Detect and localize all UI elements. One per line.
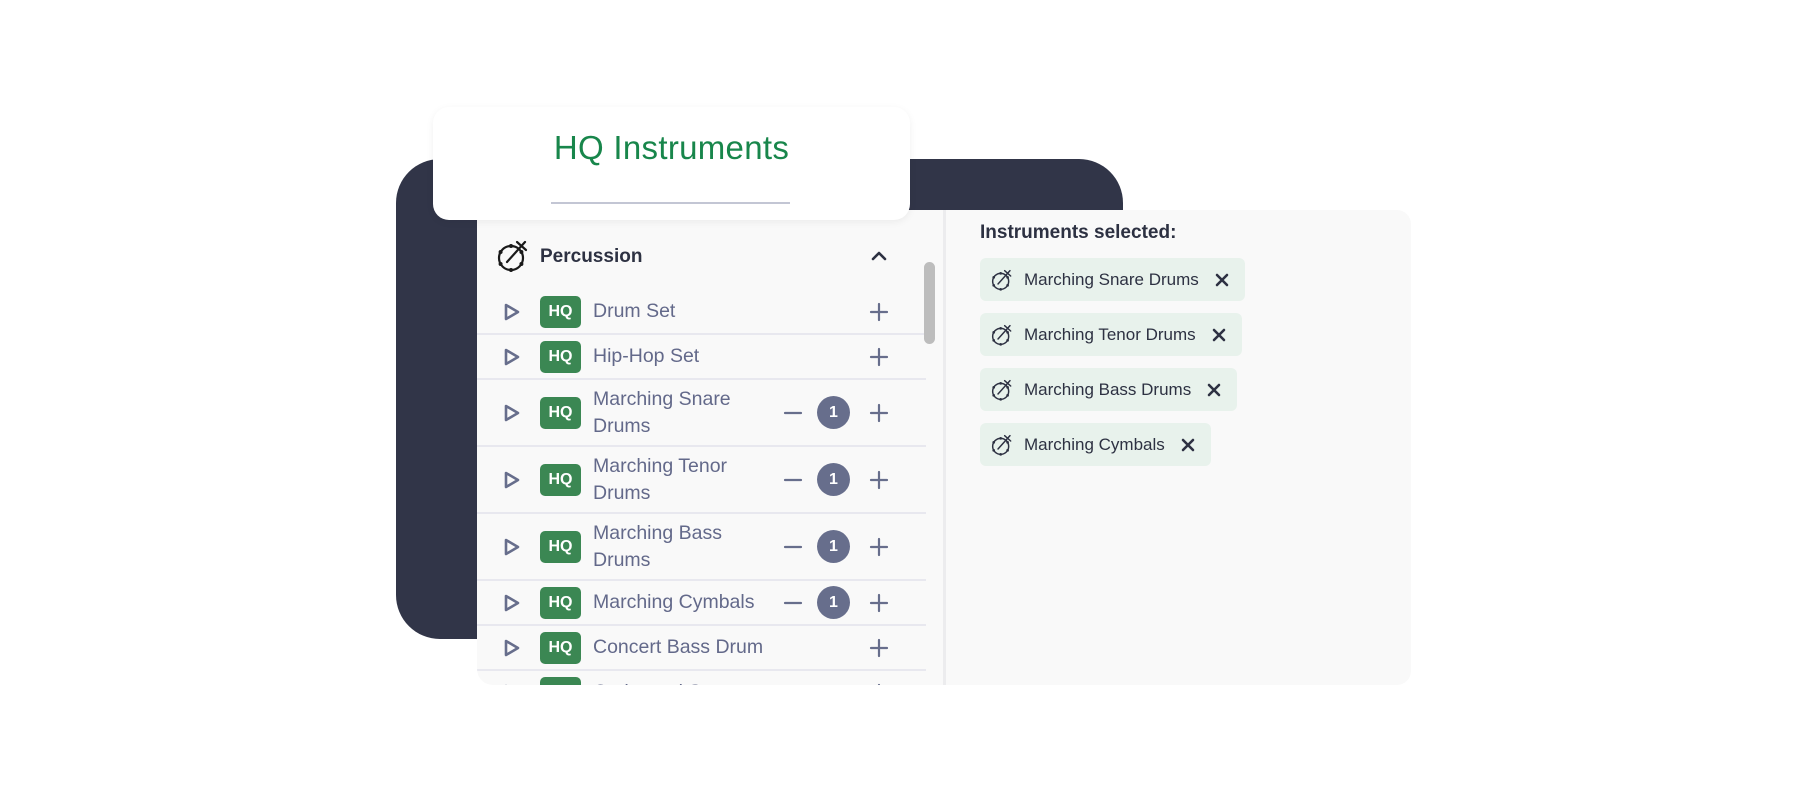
list-item[interactable]: HQ Concert Bass Drum bbox=[477, 626, 926, 671]
selected-chip: Marching Snare Drums bbox=[980, 258, 1245, 301]
drum-icon bbox=[990, 378, 1014, 402]
remove-button[interactable] bbox=[783, 537, 803, 557]
remove-button[interactable] bbox=[783, 470, 803, 490]
close-icon[interactable] bbox=[1212, 328, 1226, 342]
instrument-rows: HQ Drum Set HQ Hip-Hop Set HQ Marching S… bbox=[477, 290, 926, 685]
hq-badge: HQ bbox=[540, 296, 581, 328]
play-icon[interactable] bbox=[503, 638, 521, 658]
add-button[interactable] bbox=[869, 537, 889, 557]
instrument-name: Marching Snare Drums bbox=[593, 388, 731, 437]
scrollbar-thumb[interactable] bbox=[924, 262, 935, 344]
add-button[interactable] bbox=[869, 593, 889, 613]
chip-label: Marching Bass Drums bbox=[1024, 379, 1192, 399]
list-item[interactable]: HQ Marching Tenor Drums 1 bbox=[477, 447, 926, 514]
remove-button[interactable] bbox=[783, 403, 803, 423]
chevron-up-icon[interactable] bbox=[869, 246, 889, 266]
add-button[interactable] bbox=[869, 683, 889, 685]
group-header-percussion[interactable]: Percussion bbox=[477, 238, 926, 278]
count-badge: 1 bbox=[817, 463, 850, 496]
panel-divider bbox=[943, 210, 946, 685]
add-button[interactable] bbox=[869, 470, 889, 490]
instrument-name: Drum Set bbox=[593, 300, 676, 322]
instrument-name: Marching Bass Drums bbox=[593, 522, 722, 571]
instrument-name: Marching Tenor Drums bbox=[593, 455, 728, 504]
list-item[interactable]: HQ Orchestral S... bbox=[477, 671, 926, 685]
close-icon[interactable] bbox=[1207, 383, 1221, 397]
selected-chip: Marching Tenor Drums bbox=[980, 313, 1242, 356]
play-icon[interactable] bbox=[503, 347, 521, 367]
play-icon[interactable] bbox=[503, 403, 521, 423]
selected-chip: Marching Cymbals bbox=[980, 423, 1211, 466]
add-button[interactable] bbox=[869, 638, 889, 658]
add-button[interactable] bbox=[869, 403, 889, 423]
instrument-name: Concert Bass Drum bbox=[593, 636, 764, 658]
play-icon[interactable] bbox=[503, 302, 521, 322]
page-title: HQ Instruments bbox=[553, 129, 790, 166]
title-underline bbox=[551, 202, 790, 204]
drum-icon bbox=[990, 323, 1014, 347]
instrument-list-panel: Percussion HQ Drum Set HQ Hip-Hop Set HQ… bbox=[477, 210, 926, 685]
chip-label: Marching Snare Drums bbox=[1024, 269, 1199, 289]
add-button[interactable] bbox=[869, 302, 889, 322]
play-icon[interactable] bbox=[503, 537, 521, 557]
chip-label: Marching Cymbals bbox=[1024, 434, 1165, 454]
drum-icon bbox=[990, 433, 1014, 457]
hq-badge: HQ bbox=[540, 531, 581, 563]
instrument-name: Hip-Hop Set bbox=[593, 345, 700, 367]
count-badge: 1 bbox=[817, 586, 850, 619]
drum-icon bbox=[990, 268, 1014, 292]
close-icon[interactable] bbox=[1215, 273, 1229, 287]
hq-badge: HQ bbox=[540, 341, 581, 373]
instrument-name: Marching Cymbals bbox=[593, 591, 755, 613]
group-label: Percussion bbox=[540, 246, 643, 267]
count-badge: 1 bbox=[817, 396, 850, 429]
drum-icon bbox=[495, 238, 531, 274]
selected-instruments-panel: Instruments selected: Marching Snare Dru… bbox=[946, 210, 1411, 685]
instrument-name: Orchestral S... bbox=[593, 679, 718, 685]
remove-button[interactable] bbox=[783, 593, 803, 613]
list-item[interactable]: HQ Drum Set bbox=[477, 290, 926, 335]
list-item[interactable]: HQ Marching Bass Drums 1 bbox=[477, 514, 926, 581]
count-badge: 1 bbox=[817, 530, 850, 563]
hq-badge: HQ bbox=[540, 632, 581, 664]
play-icon[interactable] bbox=[503, 593, 521, 613]
list-item[interactable]: HQ Hip-Hop Set bbox=[477, 335, 926, 380]
hq-badge: HQ bbox=[540, 677, 581, 685]
title-card: HQ Instruments bbox=[433, 107, 910, 220]
list-item[interactable]: HQ Marching Cymbals 1 bbox=[477, 581, 926, 626]
selected-chips: Marching Snare Drums Marching Tenor Drum… bbox=[980, 258, 1245, 478]
list-item[interactable]: HQ Marching Snare Drums 1 bbox=[477, 380, 926, 447]
selected-title: Instruments selected: bbox=[980, 222, 1177, 243]
add-button[interactable] bbox=[869, 347, 889, 367]
hq-badge: HQ bbox=[540, 464, 581, 496]
chip-label: Marching Tenor Drums bbox=[1024, 324, 1196, 344]
play-icon[interactable] bbox=[503, 470, 521, 490]
hq-badge: HQ bbox=[540, 397, 581, 429]
selected-chip: Marching Bass Drums bbox=[980, 368, 1238, 411]
hq-badge: HQ bbox=[540, 587, 581, 619]
close-icon[interactable] bbox=[1181, 438, 1195, 452]
play-icon[interactable] bbox=[503, 683, 521, 685]
